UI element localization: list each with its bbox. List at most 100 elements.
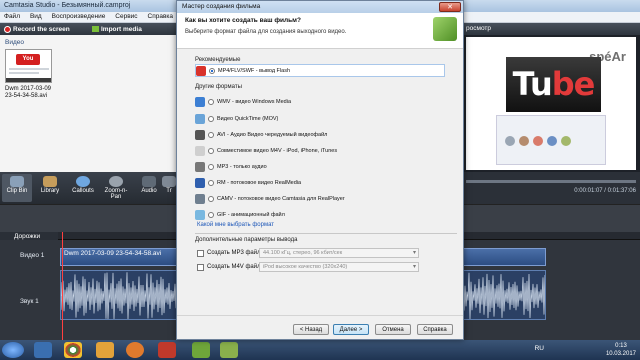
- language-indicator[interactable]: RU: [535, 345, 544, 352]
- format-radio[interactable]: [208, 115, 214, 122]
- zoom-icon: [109, 176, 123, 187]
- format-radio[interactable]: [208, 163, 214, 170]
- help-button[interactable]: Справка: [417, 324, 453, 335]
- tracks-dropdown[interactable]: Дорожки: [14, 233, 40, 240]
- format-icon: [195, 193, 205, 204]
- tool-callouts[interactable]: Callouts: [68, 174, 98, 202]
- import-icon: [92, 26, 99, 32]
- avatar: [505, 136, 515, 146]
- thumb-taskbar: [6, 78, 51, 82]
- preview-panel: spéAr Tube: [462, 35, 640, 172]
- record-icon: [4, 25, 11, 33]
- mp3-format-select[interactable]: 44.100 кГц, стерео, 96 кбит/сек ▾: [259, 248, 419, 258]
- menu-view[interactable]: Вид: [26, 12, 46, 21]
- m4v-option-row: Создать M4V файл: iPod высокое качество …: [197, 262, 451, 274]
- thumb-line: [9, 72, 39, 74]
- chrome-icon[interactable]: [64, 342, 82, 358]
- mp3-label: Создать MP3 файл:: [207, 250, 263, 256]
- clip-bin-icon: [10, 176, 24, 187]
- audio-icon: [142, 176, 156, 187]
- tool-library[interactable]: Library: [35, 174, 65, 202]
- preview-video-frame: Tube: [506, 57, 601, 112]
- player-icon[interactable]: [158, 342, 176, 358]
- recommended-group-label: Рекомендуемые: [195, 57, 241, 63]
- format-icon: [195, 161, 205, 172]
- clip-bin-section-title: Видео: [5, 39, 24, 46]
- preview-header: росмотр: [462, 23, 640, 35]
- m4v-checkbox[interactable]: [197, 264, 204, 271]
- ie-icon[interactable]: [34, 342, 52, 358]
- system-clock[interactable]: 0:13 10.03.2017: [606, 342, 636, 358]
- playhead[interactable]: [62, 232, 63, 340]
- format-icon: [195, 145, 205, 156]
- format-radio[interactable]: [208, 147, 214, 154]
- dialog-footer: < Назад Далее > Отмена Справка: [177, 315, 463, 339]
- cancel-button[interactable]: Отмена: [375, 324, 411, 335]
- menu-file[interactable]: Файл: [0, 12, 24, 21]
- main-toolbar: Record the screen Import media: [0, 23, 178, 35]
- tools-strip: Clip Bin Library Callouts Zoom-n-Pan Aud…: [0, 172, 178, 204]
- next-button[interactable]: Далее >: [333, 324, 369, 335]
- explorer-icon[interactable]: [96, 342, 114, 358]
- format-label: MP3 - только аудио: [217, 163, 267, 170]
- avatar: [561, 136, 571, 146]
- media-icon[interactable]: [126, 342, 144, 358]
- mp3-checkbox[interactable]: [197, 250, 204, 257]
- preview-time: 0:00:01:07 / 0:01:37:06: [574, 188, 636, 194]
- thumb-line: [9, 68, 49, 70]
- callouts-icon: [76, 176, 90, 187]
- format-radio[interactable]: [208, 179, 214, 186]
- video-track-label: Видео 1: [20, 252, 45, 259]
- app-title: Camtasia Studio - Безымянный.camproj: [4, 2, 131, 9]
- preview-seek-slider[interactable]: [466, 180, 636, 183]
- format-radio[interactable]: [208, 195, 214, 202]
- import-media-button[interactable]: Import media: [92, 24, 142, 34]
- format-option[interactable]: CAMV - потоковое видео Camtasia для Real…: [195, 192, 445, 205]
- extra-options-title: Дополнительные параметры вывода: [195, 237, 298, 243]
- format-help-link[interactable]: Какой мне выбрать формат: [197, 222, 274, 228]
- format-radio[interactable]: [208, 131, 214, 138]
- format-icon: [195, 96, 205, 107]
- start-button-icon[interactable]: [2, 342, 24, 358]
- format-radio[interactable]: [208, 211, 214, 218]
- chevron-down-icon: ▾: [412, 264, 416, 270]
- menu-playback[interactable]: Воспроизведение: [48, 12, 110, 21]
- clock-date: 10.03.2017: [605, 351, 636, 357]
- menu-help[interactable]: Справка: [144, 12, 178, 21]
- m4v-label: Создать M4V файл:: [207, 264, 263, 270]
- preview-screen[interactable]: spéAr Tube: [466, 37, 636, 170]
- m4v-format-select[interactable]: iPod высокое качество (320x240) ▾: [259, 262, 419, 272]
- production-wizard-dialog: Мастер создания фильма ✕ Как вы хотите с…: [176, 0, 464, 340]
- format-option[interactable]: WMV - видео Windows Media: [195, 95, 445, 108]
- format-option[interactable]: GIF - анимационный файл: [195, 208, 445, 221]
- format-label: RM - потоковое видео RealMedia: [217, 179, 302, 186]
- format-option[interactable]: Видео QuickTime (MOV): [195, 112, 445, 125]
- camtasia-icon[interactable]: [192, 342, 210, 358]
- back-button[interactable]: < Назад: [293, 324, 329, 335]
- clip-thumbnail[interactable]: You: [5, 49, 52, 83]
- dialog-header: Как вы хотите создать ваш фильм? Выберит…: [177, 13, 463, 49]
- format-label: MP4/FLV/SWF - вывод Flash: [218, 67, 291, 74]
- tool-clip-bin[interactable]: Clip Bin: [2, 174, 32, 202]
- format-radio[interactable]: [208, 98, 214, 105]
- format-option[interactable]: RM - потоковое видео RealMedia: [195, 176, 445, 189]
- close-icon[interactable]: ✕: [439, 2, 461, 12]
- format-option[interactable]: AVI - Аудио Видео чередуемый видеофайл: [195, 128, 445, 141]
- format-option[interactable]: MP4/FLV/SWF - вывод Flash: [195, 64, 445, 77]
- avatar: [519, 136, 529, 146]
- format-radio[interactable]: [209, 67, 215, 74]
- library-icon: [43, 176, 57, 187]
- tool-zoom-n-pan[interactable]: Zoom-n-Pan: [101, 174, 131, 202]
- format-label: CAMV - потоковое видео Camtasia для Real…: [217, 195, 345, 202]
- preview-controls: 0:00:01:07 / 0:01:37:06: [462, 172, 640, 204]
- format-option[interactable]: MP3 - только аудио: [195, 160, 445, 173]
- format-label: AVI - Аудио Видео чередуемый видеофайл: [217, 131, 328, 138]
- format-option[interactable]: Совместимое видео M4V - iPod, iPhone, iT…: [195, 144, 445, 157]
- format-icon: [195, 113, 205, 124]
- record-screen-button[interactable]: Record the screen: [4, 24, 70, 34]
- camtasia-recorder-icon[interactable]: [220, 342, 238, 358]
- dialog-title: Мастер создания фильма: [182, 3, 261, 10]
- format-label: Видео QuickTime (MOV): [217, 115, 279, 122]
- other-formats-label: Другие форматы: [195, 84, 242, 90]
- menu-tools[interactable]: Сервис: [111, 12, 141, 21]
